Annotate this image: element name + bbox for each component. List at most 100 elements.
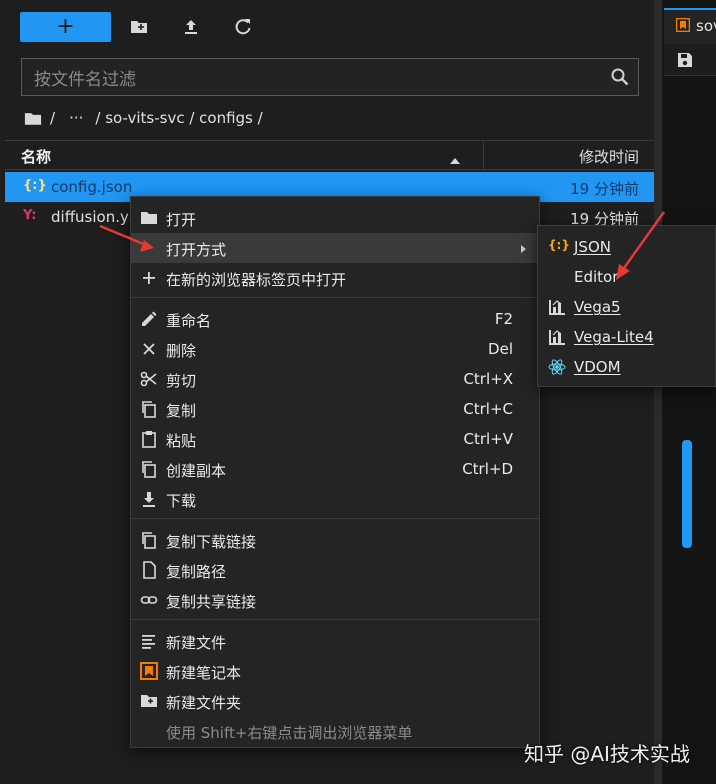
menu-separator [131,619,539,620]
menu-item-new-folder[interactable]: 新建文件夹 [131,686,539,716]
menu-item-label: 新建笔记本 [166,664,242,682]
menu-item-copy-download-link[interactable]: 复制下载链接 [131,525,539,555]
column-modified-header[interactable]: 修改时间 [579,146,639,167]
submenu-item-label: Vega5 [574,298,621,316]
submenu-item-vega-lite4[interactable]: Vega-Lite4 [538,322,716,352]
menu-item-label: 剪切 [166,372,197,390]
editor-tab-label: sov [696,17,716,35]
open-with-submenu: {:} JSON Editor Vega5 Vega-Lite4 VDOM [537,225,716,387]
submenu-item-json[interactable]: {:} JSON [538,232,716,262]
menu-item-shortcut: F2 [494,310,513,328]
clipboard-icon [140,430,158,448]
file-name: diffusion.ya [51,208,139,226]
json-icon: {:} [548,238,570,252]
submenu-item-label: Editor [574,268,619,286]
submenu-item-vega5[interactable]: Vega5 [538,292,716,322]
submenu-item-label: VDOM [574,358,621,376]
copy-icon [140,400,158,418]
notebook-icon [140,662,158,680]
column-divider[interactable] [483,141,484,171]
new-folder-icon[interactable] [129,17,149,37]
menu-item-open-new-tab[interactable]: 在新的浏览器标签页中打开 [131,263,539,293]
menu-hint: 使用 Shift+右键点击调出浏览器菜单 [131,716,539,746]
menu-item-label: 复制共享链接 [166,593,257,611]
context-menu: 打开 打开方式 在新的浏览器标签页中打开 重命名 F2 删除 Del 剪切 Ct… [130,196,540,748]
menu-item-copy[interactable]: 复制 Ctrl+C [131,394,539,424]
menu-item-label: 删除 [166,342,197,360]
react-atom-icon [548,358,566,376]
menu-item-label: 复制 [166,402,197,420]
menu-item-label: 在新的浏览器标签页中打开 [166,271,347,289]
menu-item-shortcut: Ctrl+V [463,430,513,448]
menu-item-delete[interactable]: 删除 Del [131,334,539,364]
column-name-header[interactable]: 名称 [21,146,51,167]
menu-item-label: 新建文件 [166,634,227,652]
text-file-icon [140,632,158,650]
menu-item-label: 复制下载链接 [166,533,257,551]
panel-splitter[interactable] [654,0,662,784]
upload-icon[interactable] [181,17,201,37]
scissors-icon [140,370,158,388]
menu-item-open-with[interactable]: 打开方式 [131,233,539,263]
link-icon [140,591,158,609]
menu-item-copy-share-link[interactable]: 复制共享链接 [131,585,539,615]
file-name: config.json [51,178,133,196]
menu-separator [131,297,539,298]
breadcrumb-ellipsis[interactable]: ··· [69,109,83,127]
editor-tab[interactable]: sov [664,8,716,44]
menu-item-copy-path[interactable]: 复制路径 [131,555,539,585]
menu-item-open[interactable]: 打开 [131,203,539,233]
file-modified: 19 分钟前 [570,180,639,198]
sort-ascending-icon[interactable] [449,151,461,164]
menu-item-label: 粘贴 [166,432,197,450]
download-icon [140,490,158,508]
menu-item-label: 复制路径 [166,563,227,581]
breadcrumb-path[interactable]: / so-vits-svc / configs / [95,109,262,127]
menu-item-label: 下载 [166,492,197,510]
yaml-file-icon: Y: [23,208,37,223]
menu-item-shortcut: Ctrl+C [463,400,513,418]
editor-panel: sov [662,0,716,784]
submenu-item-label: JSON [574,238,611,256]
breadcrumb: / ··· / so-vits-svc / configs / [24,106,263,130]
menu-item-label: 打开 [166,211,197,229]
submenu-arrow-icon [521,245,526,253]
menu-separator [131,518,539,519]
save-icon[interactable] [676,51,694,69]
menu-item-new-notebook[interactable]: 新建笔记本 [131,656,539,686]
menu-item-rename[interactable]: 重命名 F2 [131,304,539,334]
new-launcher-button[interactable]: + [20,12,111,42]
menu-item-shortcut: Ctrl+X [463,370,513,388]
file-list-header: 名称 修改时间 [5,140,654,171]
menu-item-cut[interactable]: 剪切 Ctrl+X [131,364,539,394]
menu-item-new-file[interactable]: 新建文件 [131,626,539,656]
json-file-icon: {:} [23,178,47,193]
filter-placeholder: 按文件名过滤 [34,69,136,90]
close-icon [140,340,158,358]
copy-icon [140,531,158,549]
editor-scrollbar-thumb[interactable] [682,440,692,548]
search-icon[interactable] [610,67,630,87]
file-icon [140,561,158,579]
filter-input[interactable]: 按文件名过滤 [21,58,639,96]
menu-item-duplicate[interactable]: 创建副本 Ctrl+D [131,454,539,484]
menu-item-label: 创建副本 [166,462,227,480]
menu-hint-text: 使用 Shift+右键点击调出浏览器菜单 [166,724,413,742]
submenu-item-label: Vega-Lite4 [574,328,654,346]
folder-icon [140,209,158,227]
menu-item-download[interactable]: 下载 [131,484,539,514]
duplicate-icon [140,460,158,478]
menu-item-paste[interactable]: 粘贴 Ctrl+V [131,424,539,454]
folder-icon[interactable] [24,111,42,126]
refresh-icon[interactable] [233,17,253,37]
watermark: 知乎 @AI技术实战 [524,742,690,766]
new-folder-icon [140,692,158,710]
notebook-icon [675,17,691,33]
menu-item-label: 新建文件夹 [166,694,242,712]
menu-item-shortcut: Ctrl+D [462,460,513,478]
pencil-icon [140,310,158,328]
breadcrumb-root[interactable]: / [50,109,55,127]
plus-icon [140,269,158,287]
submenu-item-editor[interactable]: Editor [538,262,716,292]
submenu-item-vdom[interactable]: VDOM [538,352,716,382]
